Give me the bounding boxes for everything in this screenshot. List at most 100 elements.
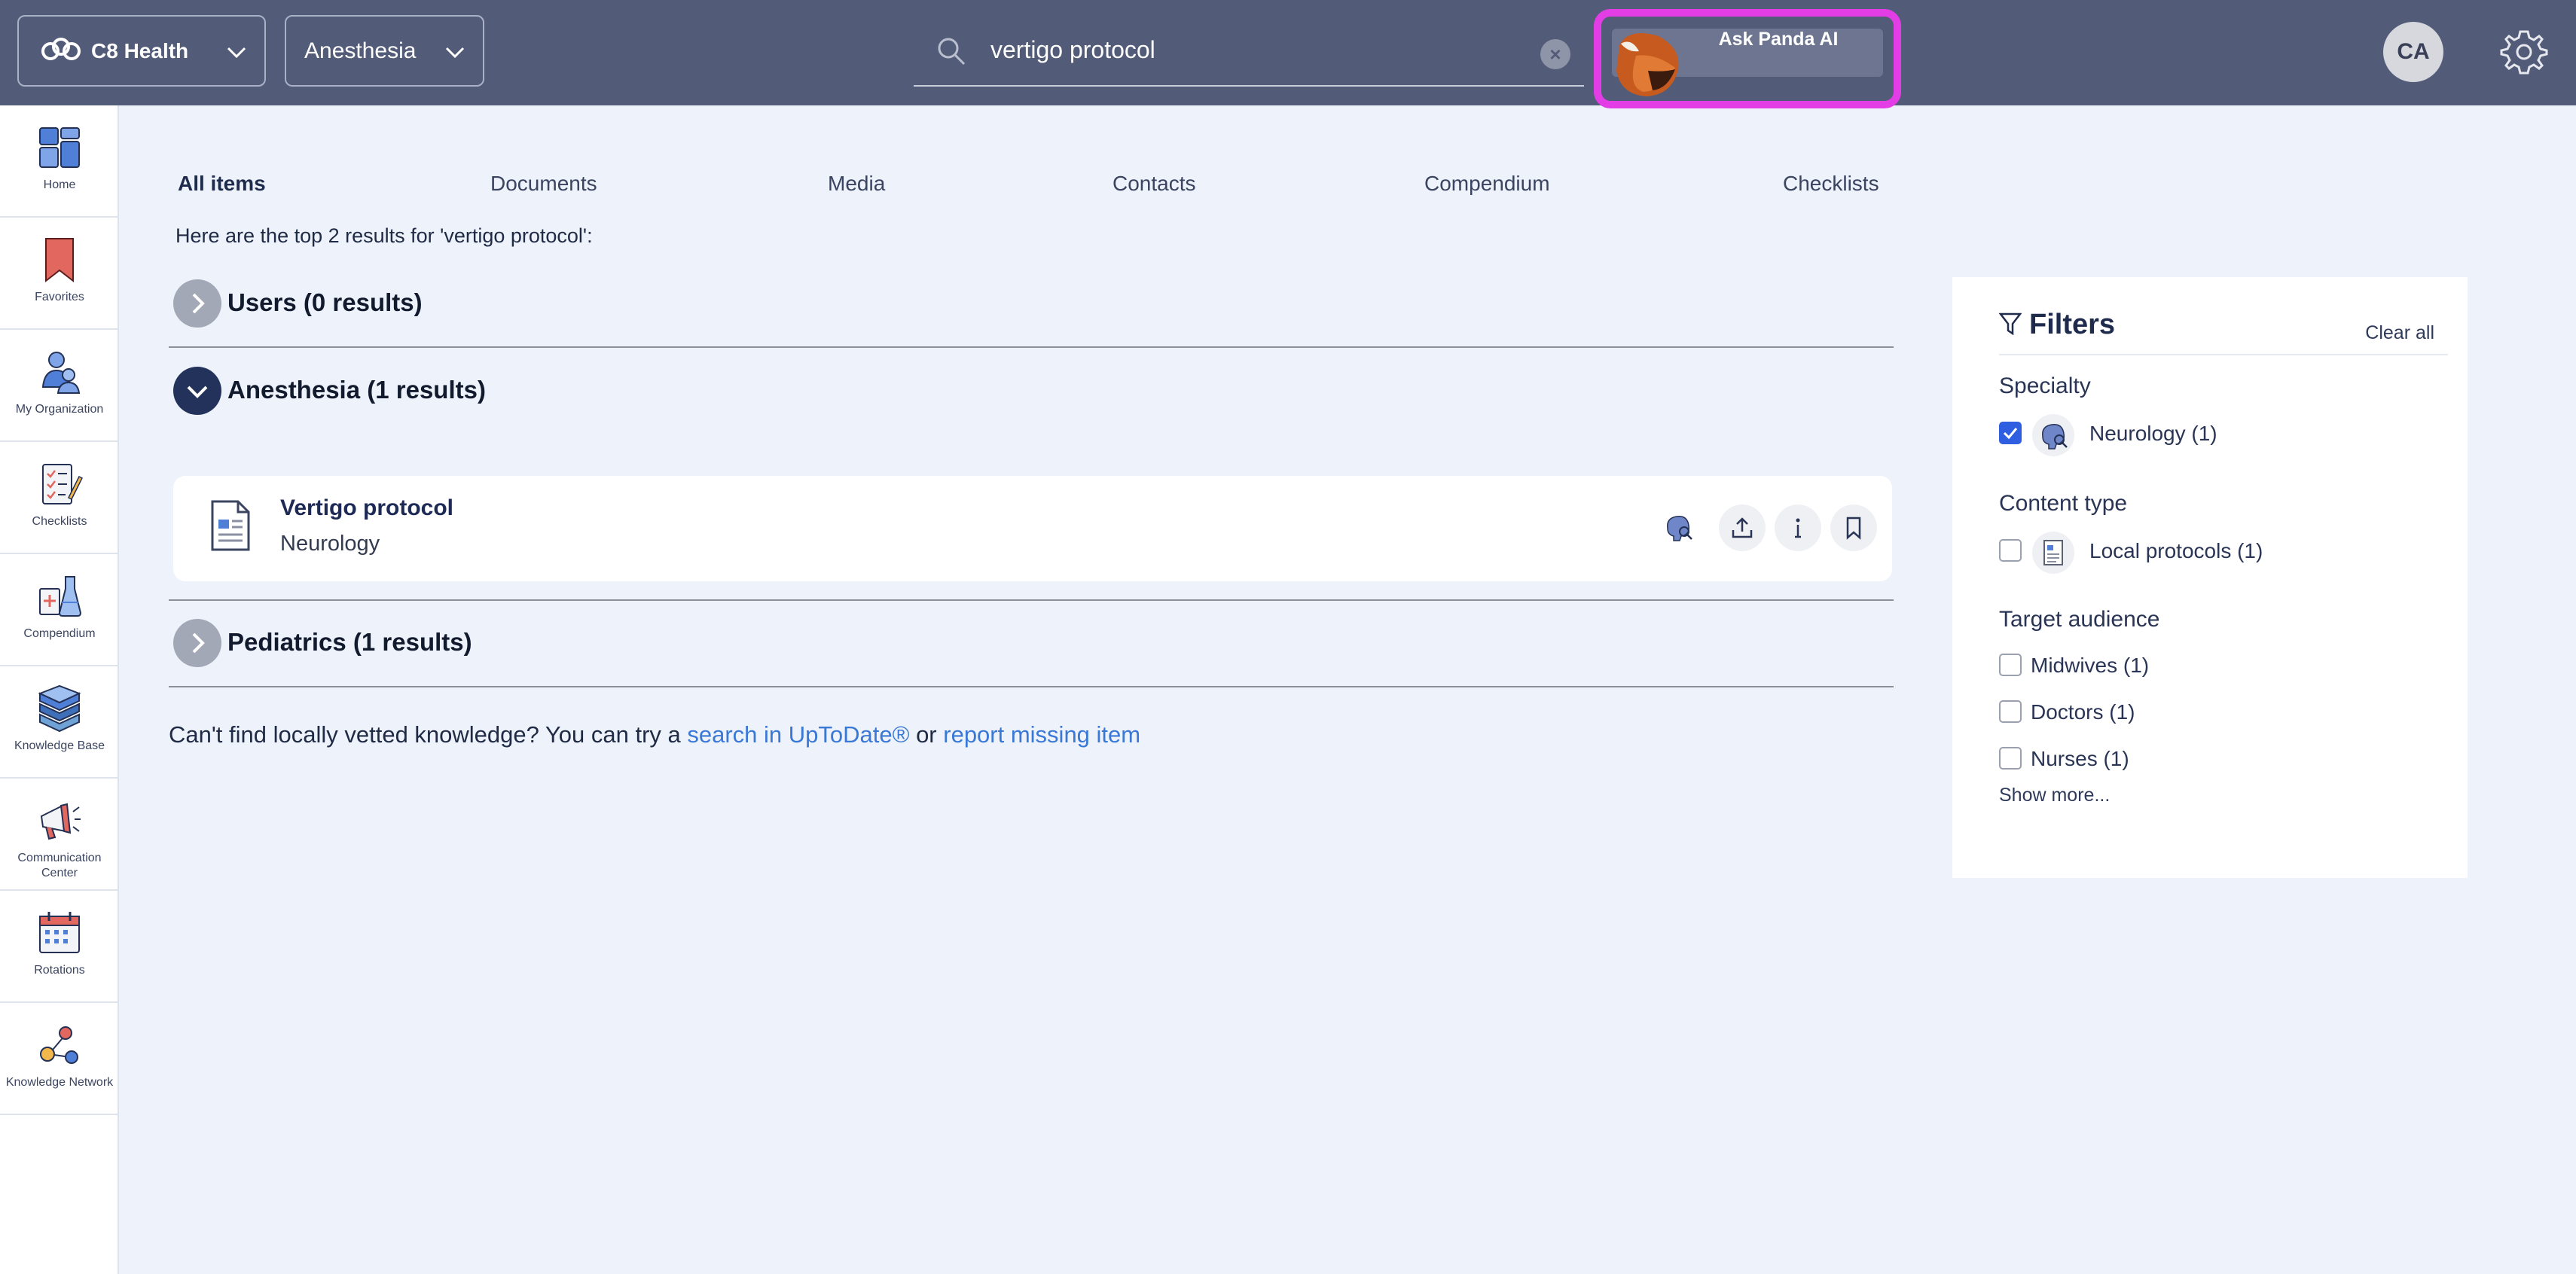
brain-icon — [1667, 516, 1692, 541]
megaphone-icon — [40, 803, 81, 840]
expand-toggle[interactable] — [173, 619, 221, 667]
clear-all-button[interactable]: Clear all — [2365, 322, 2434, 344]
search-bar[interactable]: vertigo protocol × — [914, 15, 1584, 87]
search-input[interactable]: vertigo protocol — [990, 36, 1155, 64]
chevron-right-icon — [192, 632, 205, 654]
group-title: Anesthesia (1 results) — [227, 376, 486, 404]
tab-documents[interactable]: Documents — [490, 172, 597, 196]
document-icon — [211, 500, 250, 551]
sidebar-item-label: Rotations — [34, 964, 85, 977]
result-item-card[interactable]: Vertigo protocol Neurology — [173, 476, 1892, 581]
compendium-icon — [39, 576, 82, 617]
filters-panel: Filters Clear all Specialty Neurology (1… — [1952, 277, 2468, 878]
sidebar-item-label: Knowledge Network — [5, 1076, 114, 1089]
chevron-down-icon — [445, 47, 465, 59]
sidebar-item-rotations[interactable]: Rotations — [0, 891, 119, 1003]
sidebar-item-compendium[interactable]: Compendium — [0, 554, 119, 666]
sidebar-item-my-organization[interactable]: My Organization — [0, 330, 119, 442]
organization-selector[interactable]: C8 Health — [17, 15, 266, 87]
report-missing-item-link[interactable]: report missing item — [943, 721, 1140, 748]
clear-search-icon[interactable]: × — [1540, 39, 1570, 69]
c8-logo-icon — [41, 37, 81, 60]
top-bar: C8 Health Anesthesia vertigo protocol × … — [0, 0, 2576, 108]
footer-middle: or — [909, 721, 944, 748]
protocol-document-icon — [2043, 540, 2063, 565]
filter-icon — [1998, 312, 2022, 336]
organization-name: C8 Health — [91, 38, 189, 62]
sidebar-item-label: Knowledge Base — [14, 739, 105, 752]
checklist-icon — [42, 464, 84, 504]
sidebar-item-label: My Organization — [15, 403, 104, 416]
tab-compendium[interactable]: Compendium — [1424, 172, 1550, 196]
brain-icon — [2042, 424, 2068, 450]
sidebar-item-communication-center[interactable]: Communication Center — [0, 779, 119, 891]
sidebar-item-label: Communication Center — [17, 852, 102, 879]
filter-section-content-type: Content type — [1999, 491, 2128, 516]
bookmark-icon — [45, 238, 74, 283]
user-avatar[interactable]: CA — [2383, 22, 2443, 82]
sidebar-item-label: Checklists — [32, 515, 87, 528]
divider — [169, 599, 1894, 601]
tab-checklists[interactable]: Checklists — [1783, 172, 1879, 196]
sidebar-item-checklists[interactable]: Checklists — [0, 442, 119, 554]
divider — [1999, 354, 2448, 355]
missing-knowledge-note: Can't find locally vetted knowledge? You… — [169, 721, 1140, 748]
tab-contacts[interactable]: Contacts — [1113, 172, 1196, 196]
bookmark-button[interactable] — [1830, 504, 1877, 551]
checkbox[interactable] — [1999, 539, 2022, 562]
filter-option-label: Local protocols (1) — [2089, 539, 2263, 562]
gear-icon[interactable] — [2499, 27, 2549, 77]
group-title: Users (0 results) — [227, 288, 423, 316]
local-protocols-thumb — [2032, 532, 2074, 574]
home-icon — [39, 127, 80, 168]
books-icon — [38, 684, 81, 733]
calendar-icon — [39, 912, 80, 953]
group-title: Pediatrics (1 results) — [227, 628, 472, 656]
sidebar-item-home[interactable]: Home — [0, 105, 119, 218]
results-intro: Here are the top 2 results for 'vertigo … — [175, 224, 593, 247]
divider — [169, 686, 1894, 687]
panda-fox-icon — [1616, 33, 1679, 96]
filter-option-label: Midwives (1) — [2031, 654, 2150, 677]
organization-icon — [41, 352, 81, 394]
sidebar-item-label: Favorites — [35, 291, 84, 303]
show-more-link[interactable]: Show more... — [1999, 785, 2110, 806]
expand-toggle[interactable] — [173, 279, 221, 328]
ask-panda-ai-button[interactable]: Ask Panda AI — [1594, 9, 1901, 108]
ask-panda-label: Ask Panda AI — [1718, 29, 1839, 50]
chevron-right-icon — [192, 293, 205, 314]
filter-option-label: Doctors (1) — [2031, 700, 2135, 724]
collapse-toggle[interactable] — [173, 367, 221, 415]
result-title[interactable]: Vertigo protocol — [280, 495, 453, 521]
result-group-anesthesia[interactable]: Anesthesia (1 results) — [169, 367, 1894, 415]
checkbox[interactable] — [1999, 654, 2022, 676]
result-group-pediatrics[interactable]: Pediatrics (1 results) — [169, 619, 1894, 667]
sidebar-item-knowledge-base[interactable]: Knowledge Base — [0, 666, 119, 779]
result-subtitle: Neurology — [280, 532, 380, 556]
sidebar: Home Favorites My Organization Checklist… — [0, 105, 119, 1274]
result-group-users[interactable]: Users (0 results) — [169, 279, 1894, 328]
search-icon — [938, 38, 966, 66]
neurology-specialty-icon — [1656, 504, 1702, 551]
upload-icon — [1732, 517, 1753, 538]
tab-media[interactable]: Media — [828, 172, 885, 196]
chevron-down-icon — [227, 47, 246, 59]
checkbox[interactable] — [1999, 422, 2022, 444]
sidebar-item-favorites[interactable]: Favorites — [0, 218, 119, 330]
checkbox[interactable] — [1999, 700, 2022, 723]
filter-section-target-audience: Target audience — [1999, 607, 2160, 632]
department-name: Anesthesia — [304, 38, 417, 63]
info-button[interactable] — [1775, 504, 1821, 551]
sidebar-item-label: Home — [43, 178, 76, 191]
checkbox[interactable] — [1999, 747, 2022, 770]
network-icon — [40, 1026, 78, 1064]
tab-all-items[interactable]: All items — [178, 172, 266, 196]
department-selector[interactable]: Anesthesia — [285, 15, 484, 87]
share-button[interactable] — [1719, 504, 1766, 551]
chevron-down-icon — [187, 386, 208, 398]
bookmark-icon — [1846, 517, 1861, 540]
filter-option-label: Neurology (1) — [2089, 422, 2217, 445]
sidebar-item-knowledge-network[interactable]: Knowledge Network — [0, 1003, 119, 1115]
filter-option-label: Nurses (1) — [2031, 747, 2129, 770]
uptodate-search-link[interactable]: search in UpToDate® — [687, 721, 909, 748]
